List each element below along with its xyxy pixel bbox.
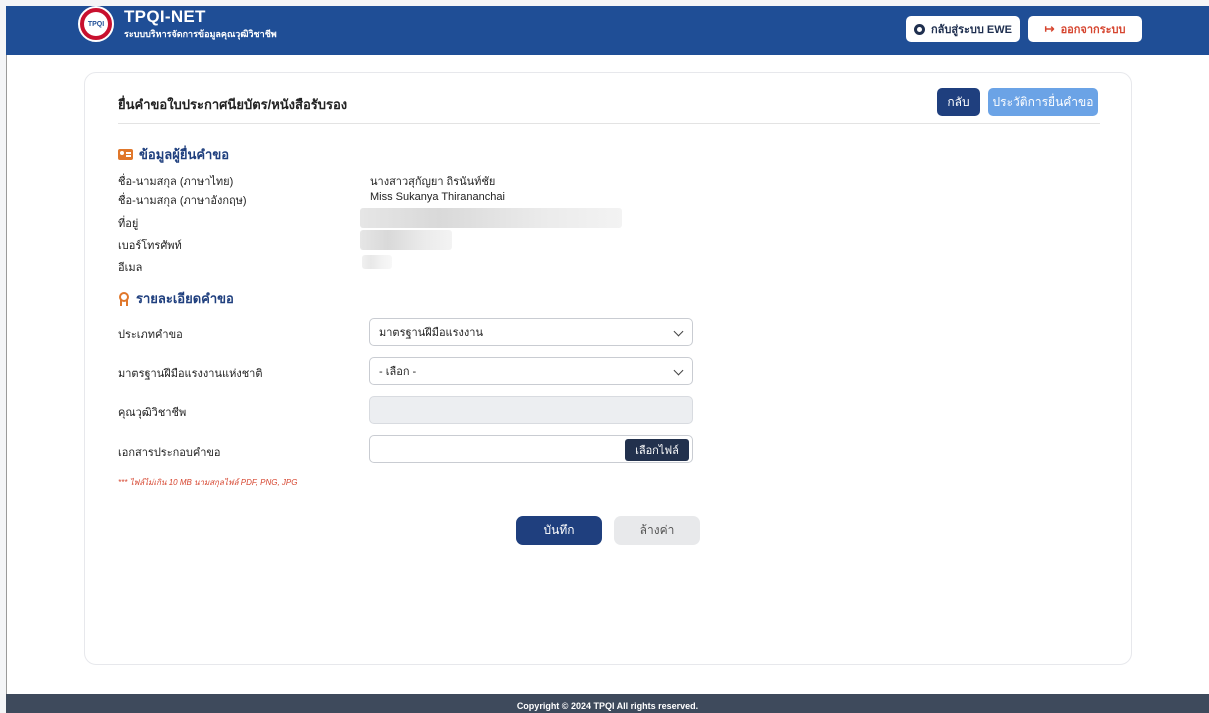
request-type-label: ประเภทคำขอ	[118, 329, 183, 341]
brand-text: TPQI-NET ระบบบริหารจัดการข้อมูลคุณวุฒิวิ…	[124, 8, 277, 40]
chevron-down-icon	[673, 326, 684, 337]
qualification-field	[369, 396, 693, 424]
national-standard-value: - เลือก -	[379, 366, 417, 378]
reset-button[interactable]: ล้างค่า	[614, 516, 700, 545]
documents-label: เอกสารประกอบคำขอ	[118, 447, 221, 459]
tpqi-logo-icon: TPQI	[78, 6, 114, 42]
thai-name-value: นางสาวสุกัญยา ถิรนันท์ชัย	[370, 176, 496, 188]
footer: Copyright © 2024 TPQI All rights reserve…	[6, 694, 1209, 713]
brand-title: TPQI-NET	[124, 7, 206, 26]
request-type-select[interactable]: มาตรฐานฝีมือแรงงาน	[369, 318, 693, 346]
details-section-heading: รายละเอียดคำขอ	[118, 288, 234, 309]
documents-file-input[interactable]: เลือกไฟล์	[369, 435, 693, 463]
english-name-label: ชื่อ-นามสกุล (ภาษาอังกฤษ)	[118, 195, 247, 207]
logout-button[interactable]: ↦ ออกจากระบบ	[1028, 16, 1142, 42]
request-history-button[interactable]: ประวัติการยื่นคำขอ	[988, 88, 1098, 116]
save-button[interactable]: บันทึก	[516, 516, 602, 545]
logout-label: ออกจากระบบ	[1060, 24, 1126, 36]
national-standard-select[interactable]: - เลือก -	[369, 357, 693, 385]
title-divider	[118, 123, 1100, 124]
address-label: ที่อยู่	[118, 218, 139, 230]
thai-name-label: ชื่อ-นามสกุล (ภาษาไทย)	[118, 176, 234, 188]
id-card-icon	[118, 149, 133, 160]
details-heading-text: รายละเอียดคำขอ	[136, 291, 234, 306]
back-to-ewe-label: กลับสู่ระบบ EWE	[931, 24, 1012, 36]
choose-file-button[interactable]: เลือกไฟล์	[625, 439, 689, 461]
file-note: *** ไฟล์ไม่เกิน 10 MB นามสกุลไฟล์ PDF, P…	[118, 478, 298, 487]
email-value-redacted	[362, 255, 392, 269]
email-label: อีเมล	[118, 262, 143, 274]
copyright-text: Copyright © 2024 TPQI All rights reserve…	[516, 701, 699, 711]
brand[interactable]: TPQI TPQI-NET ระบบบริหารจัดการข้อมูลคุณว…	[78, 6, 277, 42]
back-button[interactable]: กลับ	[937, 88, 980, 116]
brand-subtitle: ระบบบริหารจัดการข้อมูลคุณวุฒิวิชาชีพ	[124, 29, 277, 39]
chevron-down-icon	[673, 365, 684, 376]
sign-out-icon: ↦	[1044, 22, 1055, 36]
logo-text: TPQI	[84, 12, 108, 36]
page-title: ยื่นคำขอใบประกาศนียบัตร/หนังสือรับรอง	[118, 97, 348, 112]
award-icon	[118, 291, 130, 306]
english-name-value: Miss Sukanya Thirananchai	[370, 191, 505, 203]
request-type-value: มาตรฐานฝีมือแรงงาน	[379, 327, 483, 339]
phone-value-redacted	[360, 230, 452, 250]
qualification-label: คุณวุฒิวิชาชีพ	[118, 407, 187, 419]
address-value-redacted	[360, 208, 622, 228]
back-to-ewe-button[interactable]: กลับสู่ระบบ EWE	[906, 16, 1020, 42]
applicant-heading-text: ข้อมูลผู้ยื่นคำขอ	[139, 147, 230, 162]
national-standard-label: มาตรฐานฝีมือแรงงานแห่งชาติ	[118, 368, 263, 380]
phone-label: เบอร์โทรศัพท์	[118, 240, 182, 252]
circle-dot-icon	[914, 23, 925, 35]
applicant-section-heading: ข้อมูลผู้ยื่นคำขอ	[118, 144, 229, 165]
